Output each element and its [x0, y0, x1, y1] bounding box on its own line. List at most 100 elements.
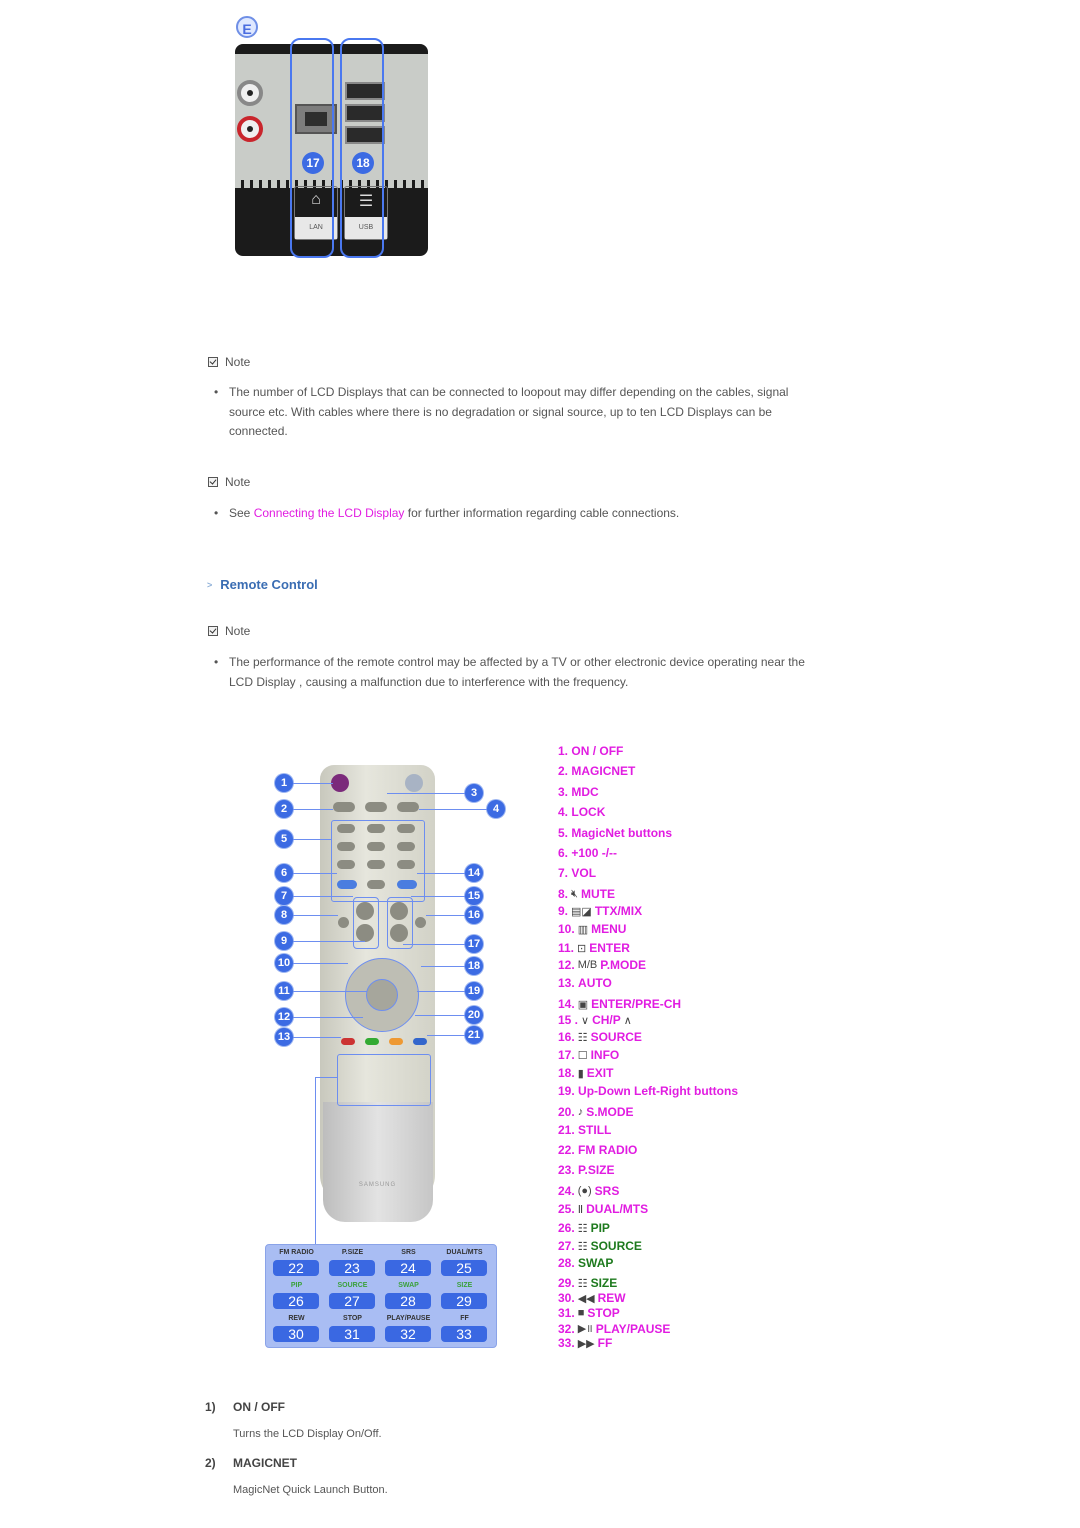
- callout-11: 11: [275, 982, 293, 1000]
- legend-item: 26. ☷ PIP: [558, 1221, 610, 1235]
- checkbox-note-icon: [208, 626, 218, 636]
- keypad-label: PIP: [290, 1282, 303, 1289]
- legend-number: 25.: [558, 1202, 575, 1216]
- s-mode-icon: ♪: [577, 1106, 584, 1118]
- info-icon: ☐: [577, 1049, 588, 1062]
- callout-15: 15: [465, 887, 483, 905]
- callout-16: 16: [465, 906, 483, 924]
- legend-number: 9.: [558, 904, 569, 918]
- legend-label: PLAY/PAUSE: [595, 1321, 671, 1336]
- legend-item: 2. MAGICNET: [558, 764, 635, 778]
- detail-title: MAGICNET: [233, 1456, 297, 1470]
- legend-label: CH/P: [592, 1013, 621, 1027]
- legend-item: 14. ▣ ENTER/PRE-CH: [558, 997, 681, 1011]
- size-icon: ☷: [577, 1277, 588, 1290]
- keypad-callout-number: 27: [329, 1293, 375, 1309]
- legend-number: 10.: [558, 922, 575, 936]
- legend-item: 25. Ⅱ DUAL/MTS: [558, 1202, 648, 1216]
- highlight-usb: [340, 38, 384, 258]
- keypad-label: SOURCE: [337, 1282, 368, 1289]
- legend-label: VOL: [571, 866, 597, 880]
- legend-number: 7.: [558, 866, 569, 880]
- highlight-lan: [290, 38, 334, 258]
- legend-label: SIZE: [590, 1276, 618, 1290]
- callout-13: 13: [275, 1028, 293, 1046]
- legend-label: S.MODE: [586, 1105, 634, 1119]
- power-button: [331, 774, 349, 792]
- legend-number: 29.: [558, 1276, 575, 1290]
- keypad-callout-number: 31: [329, 1326, 375, 1342]
- keypad-label: SRS: [401, 1249, 416, 1256]
- legend-item: 15 . ∨ CH/P ∧: [558, 1013, 635, 1027]
- source-icon: ☷: [577, 1031, 588, 1044]
- checkbox-note-icon: [208, 357, 218, 367]
- keypad-callout-number: 30: [273, 1326, 319, 1342]
- legend-item: 22. FM RADIO: [558, 1143, 637, 1157]
- legend-number: 19.: [558, 1084, 575, 1098]
- legend-number: 2.: [558, 764, 569, 778]
- keypad-callout-number: 28: [385, 1293, 431, 1309]
- legend-number: 26.: [558, 1221, 575, 1235]
- enter-icon: ⊡: [577, 942, 587, 955]
- mute-icon: 🔇︎: [571, 887, 578, 900]
- legend-item: 16. ☷ SOURCE: [558, 1030, 642, 1044]
- legend-item: 6. +100 -/--: [558, 846, 617, 860]
- note-bullet: • The number of LCD Displays that can be…: [214, 385, 789, 438]
- legend-number: 4.: [558, 805, 569, 819]
- legend-number: 27.: [558, 1239, 575, 1253]
- detail-description: Turns the LCD Display On/Off.: [233, 1428, 382, 1440]
- legend-item: 10. ▥ MENU: [558, 922, 626, 936]
- callout-5: 5: [275, 830, 293, 848]
- callout-20: 20: [465, 1006, 483, 1024]
- legend-number: 22.: [558, 1143, 575, 1157]
- legend-item: 21. STILL: [558, 1123, 611, 1137]
- bullet-icon: •: [214, 506, 219, 520]
- callout-19: 19: [465, 982, 483, 1000]
- legend-label: INFO: [590, 1048, 620, 1062]
- keypad-callout-panel: FM RADIO 22 P.SIZE 23 SRS 24 DUAL/MTS 25 PIP 26 SO…: [265, 1244, 497, 1348]
- legend-number: 8.: [558, 887, 569, 901]
- callout-7: 7: [275, 887, 293, 905]
- detail-number: 2): [205, 1456, 216, 1470]
- play-pause-icon: ▶॥: [577, 1323, 593, 1335]
- checkbox-note-icon: [208, 477, 218, 487]
- pre-ch-icon: ▣: [577, 998, 589, 1011]
- legend-label: REW: [597, 1291, 626, 1305]
- legend-label: FM RADIO: [578, 1143, 638, 1157]
- callout-2: 2: [275, 800, 293, 818]
- button: [405, 774, 423, 792]
- callout-3: 3: [465, 784, 483, 802]
- legend-label: ENTER: [589, 941, 630, 955]
- legend-number: 30.: [558, 1291, 575, 1305]
- note-heading: Note: [208, 624, 250, 638]
- legend-label: MENU: [591, 922, 627, 936]
- section-e-badge: E: [236, 16, 258, 38]
- keypad-label: STOP: [343, 1315, 362, 1322]
- legend-number: 6.: [558, 846, 569, 860]
- legend-number: 21.: [558, 1123, 575, 1137]
- keypad-label: SWAP: [398, 1282, 419, 1289]
- legend-label: P.MODE: [600, 958, 647, 972]
- legend-item: 5. MagicNet buttons: [558, 826, 672, 840]
- legend-item: 20. ♪ S.MODE: [558, 1105, 634, 1119]
- connecting-lcd-display-link[interactable]: Connecting the LCD Display: [254, 506, 405, 520]
- legend-number: 28.: [558, 1256, 575, 1270]
- legend-number: 23.: [558, 1163, 575, 1177]
- legend-number: 11.: [558, 941, 575, 955]
- keypad-callout-number: 32: [385, 1326, 431, 1342]
- legend-label: AUTO: [578, 976, 612, 990]
- detail-description: MagicNet Quick Launch Button.: [233, 1484, 388, 1496]
- legend-item: 4. LOCK: [558, 805, 605, 819]
- chevron-down-icon: ∨: [581, 1014, 590, 1027]
- legend-number: 24.: [558, 1184, 575, 1198]
- legend-item: 28. SWAP: [558, 1256, 613, 1270]
- note-bullet: • See Connecting the LCD Display for fur…: [214, 504, 809, 524]
- enter-button: [366, 979, 398, 1011]
- keypad-label: DUAL/MTS: [446, 1249, 483, 1256]
- note-heading: Note: [208, 475, 250, 489]
- legend-item: 8. 🔇︎ MUTE: [558, 887, 615, 901]
- legend-label: DUAL/MTS: [586, 1202, 649, 1216]
- legend-number: 12.: [558, 958, 575, 972]
- legend-item: 3. MDC: [558, 785, 599, 799]
- legend-label: SOURCE: [590, 1239, 642, 1253]
